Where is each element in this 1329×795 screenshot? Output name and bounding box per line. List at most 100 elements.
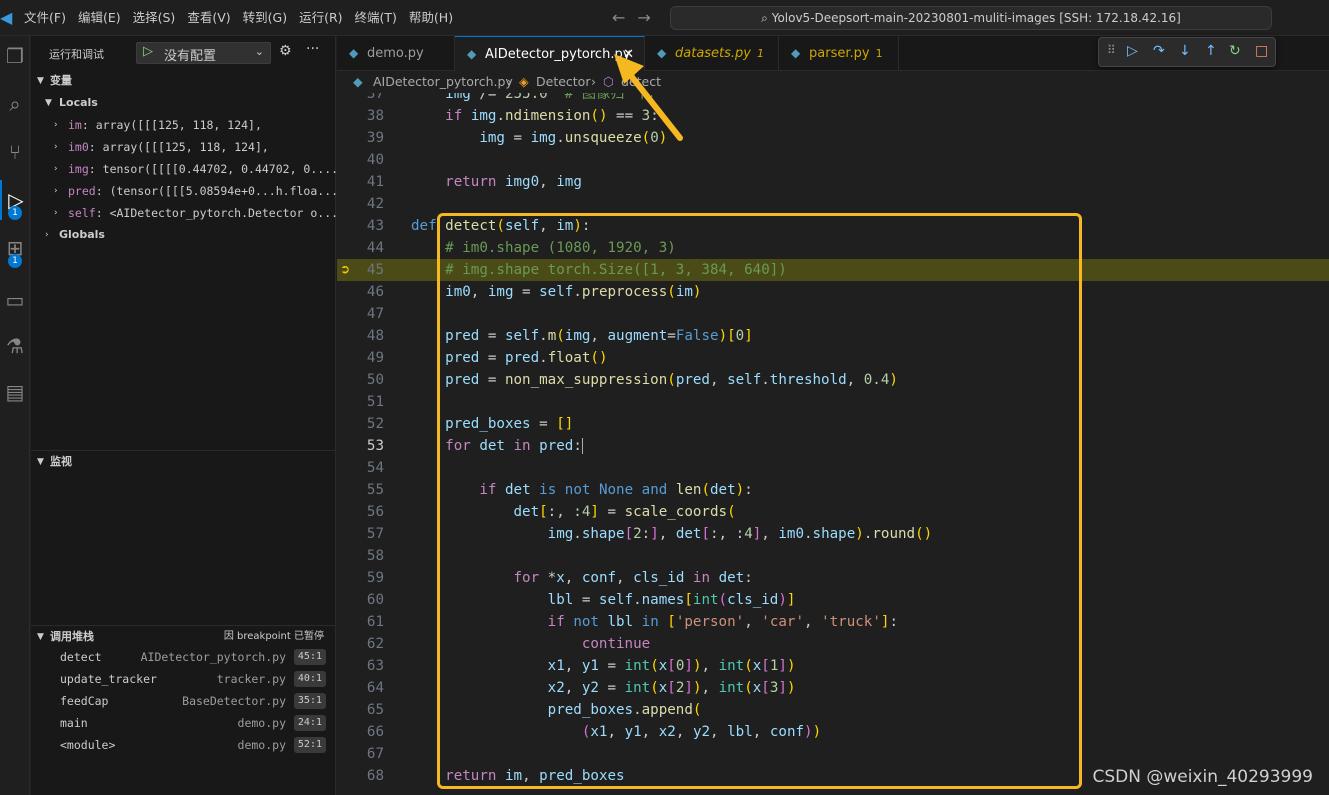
code-line: 50 pred = non_max_suppression(pred, self… xyxy=(337,369,1329,391)
run-badge: 1 xyxy=(8,206,22,220)
start-debug-icon[interactable]: ▷ xyxy=(143,44,153,59)
back-arrow-icon[interactable]: ← xyxy=(612,8,625,27)
tab-aidetector[interactable]: ◆ AIDetector_pytorch.py ✕ xyxy=(455,36,645,71)
stack-frame[interactable]: main demo.py 24:1 xyxy=(31,712,336,734)
menu-edit[interactable]: 编辑(E) xyxy=(72,0,127,36)
breadcrumb-file[interactable]: AIDetector_pytorch.py xyxy=(373,71,513,93)
code-line: 67 xyxy=(337,743,1329,765)
variable-value: <AIDetector_pytorch.Detector o... xyxy=(109,206,336,220)
python-file-icon: ◆ xyxy=(467,47,477,61)
menu-file[interactable]: 文件(F) xyxy=(18,0,72,36)
variables-section-header[interactable]: ▼ 变量 xyxy=(31,70,336,92)
continue-icon[interactable]: ▷ xyxy=(1127,43,1138,59)
frame-function: main xyxy=(60,716,88,730)
variable-row[interactable]: › pred: (tensor([[[5.08594e+0...h.floa..… xyxy=(31,180,336,202)
stack-frame[interactable]: update_tracker tracker.py 40:1 xyxy=(31,668,336,690)
code-text: # im0.shape (1080, 1920, 3) xyxy=(445,240,676,256)
watch-section-header[interactable]: ▼ 监视 xyxy=(31,450,336,472)
source-control-icon[interactable]: ⑂ xyxy=(0,132,30,172)
variable-value: tensor([[[[0.44702, 0.44702, 0.... xyxy=(102,162,336,176)
code-line: 41 return img0, img xyxy=(337,171,1329,193)
remote-explorer-icon[interactable]: ▭ xyxy=(0,280,30,320)
code-line: 43 def detect(self, im): xyxy=(337,215,1329,237)
run-debug-title: 运行和调试 xyxy=(49,48,104,61)
variable-row[interactable]: › self: <AIDetector_pytorch.Detector o..… xyxy=(31,202,336,224)
breadcrumb-method[interactable]: detect xyxy=(621,71,661,93)
menu-go[interactable]: 转到(G) xyxy=(237,0,293,36)
step-into-icon[interactable]: ↓ xyxy=(1179,43,1191,59)
line-number: 65 xyxy=(366,702,384,718)
code-line: 54 xyxy=(337,457,1329,479)
locals-scope[interactable]: ▼ Locals xyxy=(31,92,336,114)
stack-frame[interactable]: detect AIDetector_pytorch.py 45:1 xyxy=(31,646,336,668)
stack-frame[interactable]: feedCap BaseDetector.py 35:1 xyxy=(31,690,336,712)
callstack-section-header[interactable]: ▼ 调用堆栈 因 breakpoint 已暂停 xyxy=(31,625,336,647)
code-line: 46 im0, img = self.preprocess(im) xyxy=(337,281,1329,303)
gear-icon[interactable]: ⚙ xyxy=(279,43,292,59)
drag-handle-icon[interactable]: ⠿ xyxy=(1107,43,1116,57)
code-text: pred = pred.float() xyxy=(445,350,608,366)
variable-row[interactable]: › im: array([[[125, 118, 124], xyxy=(31,114,336,136)
code-text: def detect(self, im): xyxy=(411,218,591,234)
class-icon: ◈ xyxy=(519,74,529,89)
forward-arrow-icon[interactable]: → xyxy=(637,8,650,27)
problem-count: 1 xyxy=(757,47,765,60)
code-text: im0, img = self.preprocess(im) xyxy=(445,284,702,300)
globals-scope[interactable]: › Globals xyxy=(31,224,336,246)
code-line: 44 # im0.shape (1080, 1920, 3) xyxy=(337,237,1329,259)
menu-view[interactable]: 查看(V) xyxy=(181,0,236,36)
close-icon[interactable]: ✕ xyxy=(623,37,634,72)
line-number: 44 xyxy=(366,240,384,256)
run-header: 运行和调试 ▷ 没有配置 ⌄ ⚙ ··· xyxy=(31,36,336,70)
command-center-label: Yolov5-Deepsort-main-20230801-muliti-ima… xyxy=(771,11,1181,25)
step-over-icon[interactable]: ↷ xyxy=(1153,43,1165,59)
code-line: 42 xyxy=(337,193,1329,215)
python-file-icon: ◆ xyxy=(791,46,801,60)
restart-icon[interactable]: ↻ xyxy=(1229,43,1241,59)
variable-name: im0 xyxy=(68,140,89,154)
globals-title: Globals xyxy=(59,228,105,241)
line-number: 57 xyxy=(366,526,384,542)
line-number: 51 xyxy=(366,394,384,410)
config-label: 没有配置 xyxy=(164,49,217,64)
line-number: 39 xyxy=(366,130,384,146)
breadcrumb-class[interactable]: Detector xyxy=(536,71,590,93)
menu-selection[interactable]: 选择(S) xyxy=(127,0,182,36)
code-line: 60 lbl = self.names[int(cls_id)] xyxy=(337,589,1329,611)
code-text: img.shape[2:], det[:, :4], im0.shape).ro… xyxy=(547,526,933,542)
variable-row[interactable]: › im0: array([[[125, 118, 124], xyxy=(31,136,336,158)
tab-datasets[interactable]: ◆ datasets.py 1 xyxy=(645,36,779,71)
tab-demo[interactable]: ◆ demo.py xyxy=(337,36,455,71)
code-text: lbl = self.names[int(cls_id)] xyxy=(547,592,796,608)
variable-row[interactable]: › img: tensor([[[[0.44702, 0.44702, 0...… xyxy=(31,158,336,180)
breadcrumb-separator-icon: › xyxy=(507,74,512,89)
more-actions-icon[interactable]: ··· xyxy=(306,41,319,57)
variable-value: (tensor([[[5.08594e+0...h.floa... xyxy=(109,184,336,198)
problem-count: 1 xyxy=(875,47,883,60)
line-number: 61 xyxy=(366,614,384,630)
stack-frame[interactable]: <module> demo.py 52:1 xyxy=(31,734,336,756)
step-out-icon[interactable]: ↑ xyxy=(1205,43,1217,59)
nav-arrows: ← → xyxy=(612,8,663,27)
code-editor[interactable]: 37 img /= 255.0 # 图像归一化 38 if img.ndimen… xyxy=(337,93,1329,795)
testing-icon[interactable]: ⚗ xyxy=(0,326,30,366)
stop-icon[interactable]: □ xyxy=(1255,43,1268,59)
menu-help[interactable]: 帮助(H) xyxy=(403,0,459,36)
code-text: img = img.unsqueeze(0) xyxy=(479,130,668,146)
code-line: 63 x1, y1 = int(x[0]), int(x[1]) xyxy=(337,655,1329,677)
code-text: pred_boxes.append( xyxy=(547,702,702,718)
launch-config-select[interactable]: ▷ 没有配置 ⌄ xyxy=(136,42,271,64)
code-line: 66 (x1, y1, x2, y2, lbl, conf)) xyxy=(337,721,1329,743)
variable-name: pred xyxy=(68,184,96,198)
code-line: 38 if img.ndimension() == 3: xyxy=(337,105,1329,127)
line-number: 63 xyxy=(366,658,384,674)
code-text: pred = self.m(img, augment=False)[0] xyxy=(445,328,753,344)
explorer-icon[interactable]: ❐ xyxy=(0,36,30,76)
menu-terminal[interactable]: 终端(T) xyxy=(349,0,403,36)
tab-parser[interactable]: ◆ parser.py 1 xyxy=(779,36,899,71)
code-text: if det is not None and len(det): xyxy=(479,482,753,498)
menu-run[interactable]: 运行(R) xyxy=(293,0,348,36)
search-icon[interactable]: ⌕ xyxy=(0,84,30,124)
folders-icon[interactable]: ▤ xyxy=(0,372,30,412)
command-center[interactable]: ⌕ Yolov5-Deepsort-main-20230801-muliti-i… xyxy=(670,6,1272,30)
